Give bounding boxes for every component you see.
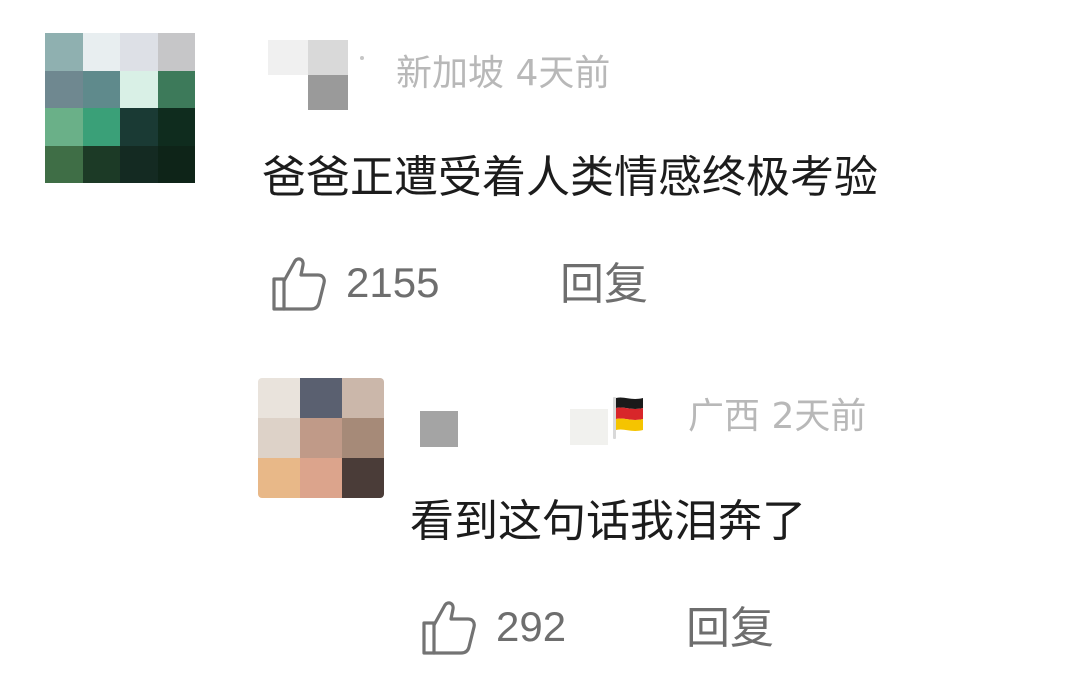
username-blurred[interactable] (268, 40, 348, 110)
username-blurred[interactable] (570, 409, 608, 445)
location: 广西 (688, 396, 761, 437)
avatar[interactable] (258, 378, 384, 498)
germany-flag-icon (609, 395, 647, 441)
avatar[interactable] (45, 33, 195, 183)
reply-button[interactable]: 回复 (560, 263, 648, 307)
timestamp: 4天前 (515, 53, 611, 94)
username-blurred[interactable] (420, 411, 458, 447)
like-count: 2155 (346, 259, 440, 306)
reply-button[interactable]: 回复 (686, 607, 774, 651)
like-button[interactable]: 292 (418, 597, 566, 657)
comment-thread: 新加坡 4天前 爸爸正遭受着人类情感终极考验 2155 回复 广西 2天前 看到… (0, 0, 1080, 694)
comment-meta: 广西 2天前 (688, 399, 866, 435)
comment-meta: 新加坡 4天前 (396, 56, 610, 92)
timestamp: 2天前 (771, 396, 867, 437)
thumbs-up-icon (268, 253, 328, 313)
like-count: 292 (496, 603, 567, 650)
like-button[interactable]: 2155 (268, 253, 439, 313)
separator-dot (360, 56, 364, 60)
comment-text: 看到这句话我泪奔了 (410, 496, 806, 547)
location: 新加坡 (396, 53, 505, 94)
thumbs-up-icon (418, 597, 478, 657)
comment-text: 爸爸正遭受着人类情感终极考验 (262, 152, 878, 203)
